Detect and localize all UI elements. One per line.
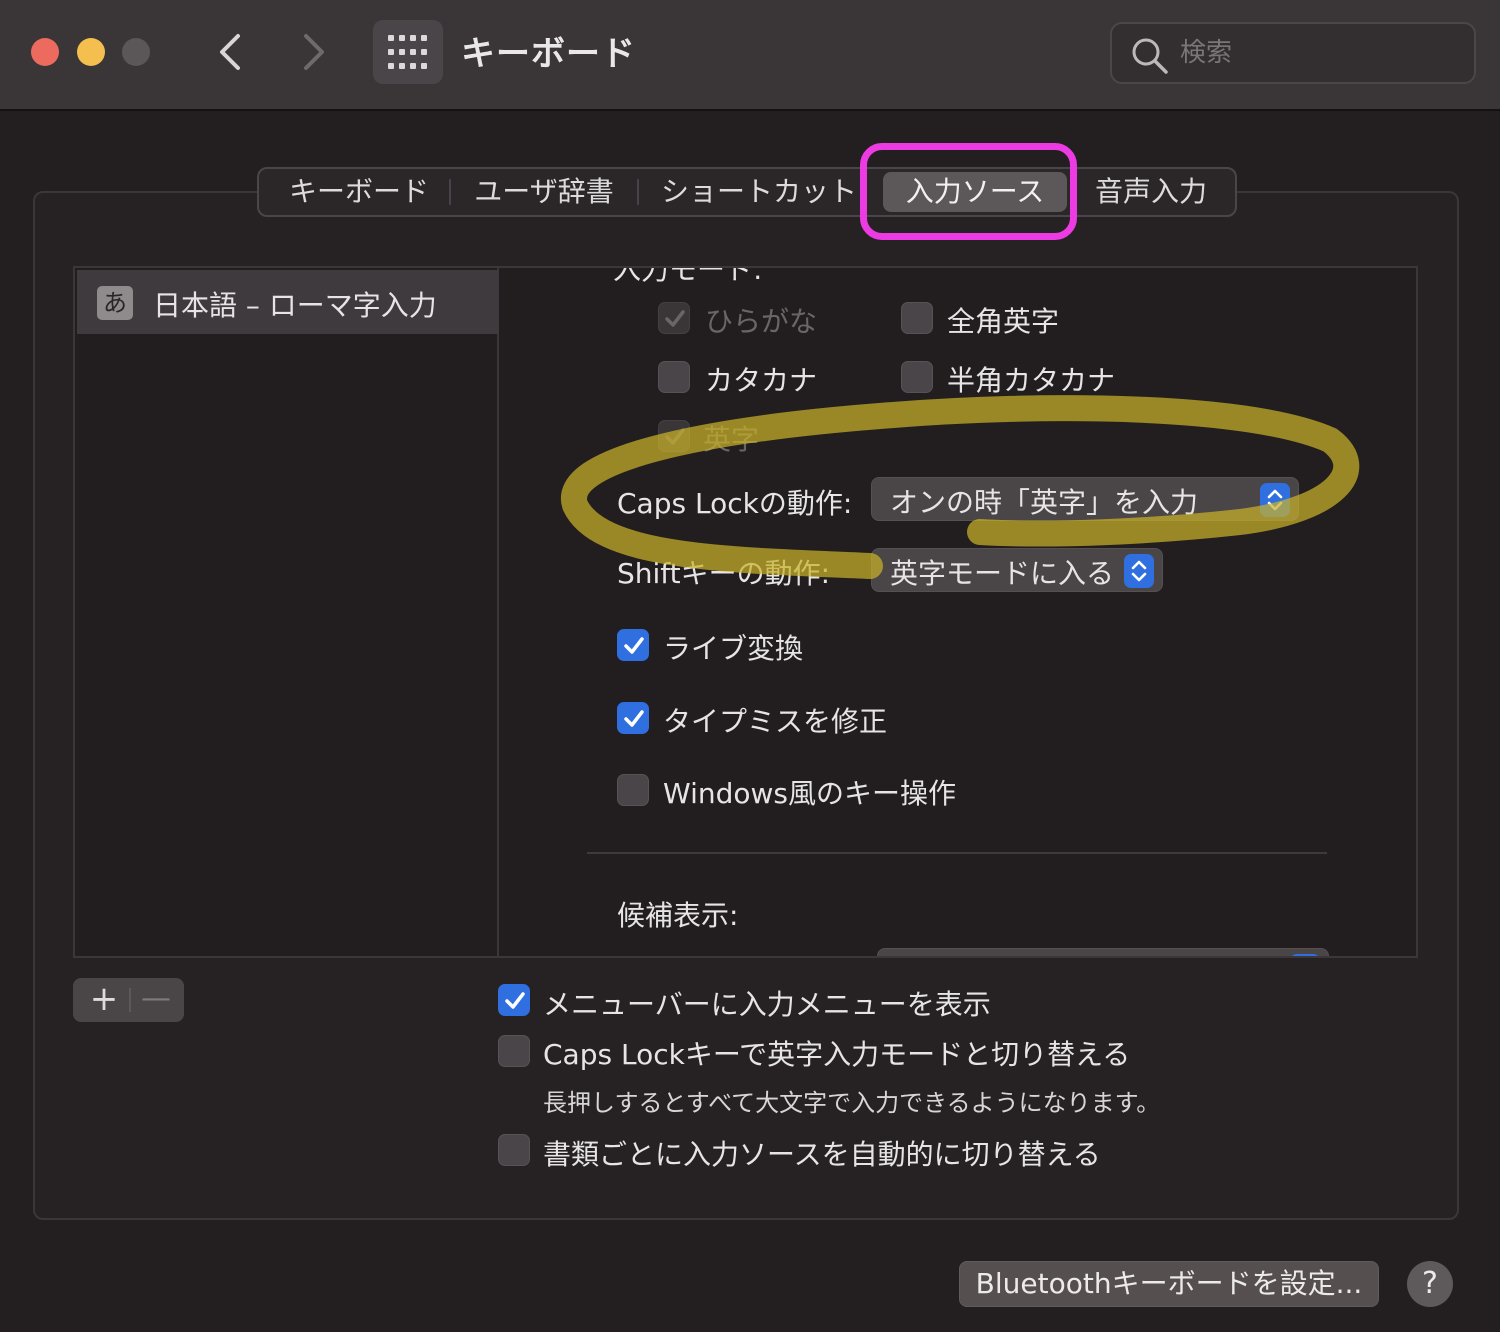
zoom-window-button[interactable]: [122, 38, 150, 66]
live-conversion-checkbox[interactable]: [617, 629, 649, 661]
add-input-source-button[interactable]: +: [83, 978, 125, 1022]
tab-dictation[interactable]: 音声入力: [1089, 169, 1213, 215]
candidate-display-label: 候補表示:: [617, 899, 739, 932]
search-input[interactable]: [1180, 32, 1460, 74]
shift-behavior-value: 英字モードに入る: [890, 557, 1115, 590]
mode-fullwidth-roman-checkbox[interactable]: [901, 302, 933, 334]
auto-switch-checkbox[interactable]: [498, 1134, 530, 1166]
tab-separator: [637, 179, 639, 205]
back-button[interactable]: [210, 28, 250, 76]
mode-katakana-label: カタカナ: [705, 364, 818, 397]
chevron-right-icon: [304, 34, 324, 70]
search-field[interactable]: [1110, 22, 1476, 84]
popup-stepper-icon: [1290, 954, 1320, 956]
popup-stepper-icon: [1124, 554, 1154, 588]
auto-switch-label: 書類ごとに入力ソースを自動的に切り替える: [543, 1138, 1101, 1171]
candidate-display-popup[interactable]: [877, 948, 1329, 956]
forward-button[interactable]: [294, 28, 334, 76]
tab-highlight-annotation: [860, 143, 1077, 240]
input-source-list[interactable]: あ 日本語 – ローマ字入力: [73, 266, 499, 958]
title-bar: キーボード: [0, 0, 1500, 111]
checkmark-icon: [505, 992, 525, 1009]
show-all-button[interactable]: [373, 20, 443, 84]
mode-roman-label: 英字: [703, 423, 760, 456]
mode-roman-checkbox[interactable]: [658, 420, 690, 452]
show-input-menu-checkbox[interactable]: [498, 984, 530, 1016]
mode-hiragana-label: ひらがな: [705, 305, 818, 338]
shift-behavior-popup[interactable]: 英字モードに入る: [871, 548, 1163, 592]
typo-fix-checkbox[interactable]: [617, 702, 649, 734]
setup-bluetooth-keyboard-button[interactable]: Bluetoothキーボードを設定...: [959, 1261, 1379, 1307]
chevron-left-icon: [220, 34, 240, 70]
close-window-button[interactable]: [31, 38, 59, 66]
caps-lock-switch-note: 長押しするとすべて大文字で入力できるようになります。: [543, 1089, 1161, 1117]
checkmark-icon: [665, 428, 685, 445]
tab-shortcuts[interactable]: ショートカット: [661, 169, 857, 215]
search-icon: [1132, 38, 1168, 74]
mode-fullwidth-roman-label: 全角英字: [947, 305, 1060, 338]
show-input-menu-label: メニューバーに入力メニューを表示: [543, 988, 991, 1021]
checkmark-icon: [624, 637, 644, 654]
help-button[interactable]: ?: [1407, 1261, 1453, 1307]
minimize-window-button[interactable]: [77, 38, 105, 66]
caps-lock-switch-checkbox[interactable]: [498, 1035, 530, 1067]
input-source-badge: あ: [97, 286, 133, 320]
popup-stepper-icon: [1260, 483, 1290, 517]
list-item[interactable]: あ 日本語 – ローマ字入力: [77, 270, 499, 334]
control-separator: [129, 988, 131, 1012]
mode-katakana-checkbox[interactable]: [658, 361, 690, 393]
window-title: キーボード: [461, 34, 636, 74]
mode-halfwidth-katakana-checkbox[interactable]: [901, 361, 933, 393]
caps-lock-behavior-popup[interactable]: オンの時「英字」を入力: [871, 477, 1299, 521]
input-source-settings: 入力モード: ひらがな 全角英字 カタカナ 半角カタカナ 英字 Caps Loc…: [499, 266, 1418, 958]
mode-hiragana-checkbox[interactable]: [658, 302, 690, 334]
add-remove-control: + —: [73, 978, 184, 1022]
tab-user-dictionary[interactable]: ユーザ辞書: [464, 169, 624, 215]
remove-input-source-button[interactable]: —: [135, 978, 177, 1022]
caps-lock-switch-label: Caps Lockキーで英字入力モードと切り替える: [543, 1038, 1131, 1071]
tab-keyboard[interactable]: キーボード: [279, 169, 439, 215]
tab-bar: キーボード ユーザ辞書 ショートカット 入力ソース 音声入力: [257, 167, 1237, 217]
caps-lock-behavior-value: オンの時「英字」を入力: [890, 486, 1199, 519]
checkmark-icon: [665, 310, 685, 327]
mode-halfwidth-katakana-label: 半角カタカナ: [947, 364, 1116, 397]
section-divider: [587, 852, 1327, 854]
tab-separator: [449, 179, 451, 205]
windows-keys-checkbox[interactable]: [617, 774, 649, 806]
typo-fix-label: タイプミスを修正: [663, 705, 888, 738]
live-conversion-label: ライブ変換: [663, 632, 804, 665]
shift-behavior-label: Shiftキーの動作:: [617, 557, 831, 590]
checkmark-icon: [624, 710, 644, 727]
windows-keys-label: Windows風のキー操作: [663, 777, 956, 810]
input-mode-heading-cut: 入力モード:: [613, 266, 763, 286]
caps-lock-behavior-label: Caps Lockの動作:: [617, 487, 853, 520]
input-source-label: 日本語 – ローマ字入力: [153, 289, 437, 322]
grid-icon: [388, 35, 427, 69]
